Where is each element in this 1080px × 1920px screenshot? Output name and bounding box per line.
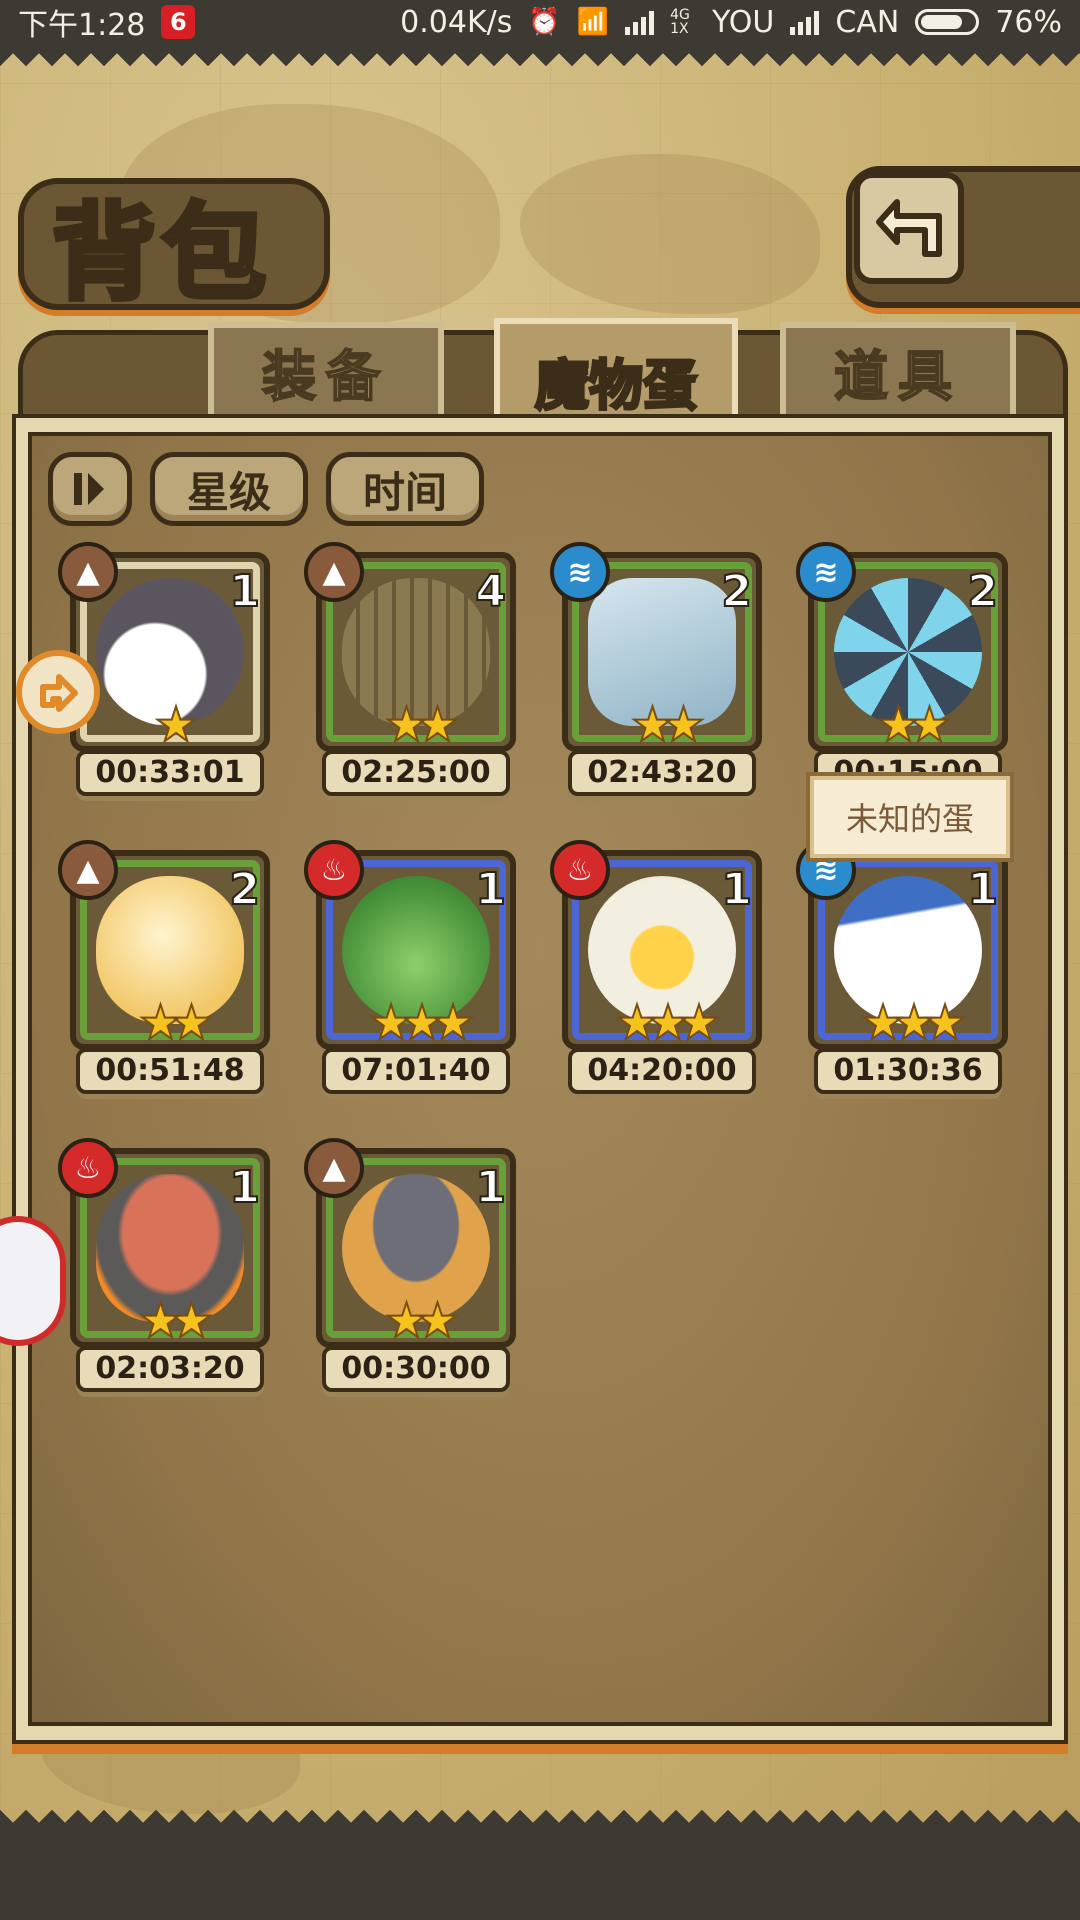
egg-count: 2	[720, 565, 753, 618]
page-title: 背包	[49, 189, 273, 317]
tab-equipment[interactable]: 装备	[208, 322, 444, 414]
floating-share-button[interactable]	[16, 650, 100, 734]
egg-card[interactable]: ♨ 1 ★★★ 07:01:40	[304, 840, 516, 1100]
egg-count: 1	[474, 1161, 507, 1214]
egg-card[interactable]: ≋ 2 ★★ 02:43:20	[550, 542, 762, 802]
egg-timer: 00:30:00	[322, 1346, 510, 1392]
fire-element-icon: ♨	[550, 840, 610, 900]
egg-count: 2	[966, 565, 999, 618]
egg-stars: ★★	[876, 697, 952, 753]
egg-count: 4	[474, 565, 507, 618]
egg-stars: ★★★	[860, 995, 967, 1051]
top-torn-edge	[0, 40, 1080, 66]
egg-timer: 00:33:01	[76, 750, 264, 796]
status-time: 下午1:28	[18, 8, 146, 43]
wifi-icon: 📶	[576, 7, 610, 37]
egg-stars: ★★	[384, 697, 460, 753]
egg-card[interactable]: ≋ 1 ★★★ 01:30:36	[796, 840, 1008, 1100]
alarm-icon: ⏰	[528, 7, 561, 37]
egg-count: 1	[228, 565, 261, 618]
sort-by-star-button[interactable]: 星级	[150, 452, 308, 526]
egg-card[interactable]: ♨ 1 ★★★ 04:20:00	[550, 840, 762, 1100]
egg-stars: ★★	[138, 1293, 214, 1349]
egg-stars: ★★	[384, 1293, 460, 1349]
egg-count: 1	[474, 863, 507, 916]
water-element-icon: ≋	[550, 542, 610, 602]
fire-element-icon: ♨	[58, 1138, 118, 1198]
earth-element-icon: ▲	[58, 840, 118, 900]
egg-card[interactable]: ▲ 2 ★★ 00:51:48	[58, 840, 270, 1100]
egg-tooltip: 未知的蛋	[806, 772, 1014, 862]
status-bar: 下午1:28 6 0.04K/s ⏰ 📶 4G 1X YOU CAN 76%	[0, 0, 1080, 44]
egg-stars: ★	[153, 697, 198, 753]
egg-count: 1	[228, 1161, 261, 1214]
floating-mascot-button[interactable]	[0, 1216, 66, 1346]
egg-count: 1	[966, 863, 999, 916]
tooltip-text: 未知的蛋	[845, 800, 974, 838]
egg-card[interactable]: ▲ 1 ★★ 00:30:00	[304, 1138, 516, 1398]
return-arrow-icon	[876, 199, 942, 257]
sort-by-star-label: 星级	[186, 467, 271, 517]
sort-toggle-icon	[74, 473, 104, 505]
sort-by-time-button[interactable]: 时间	[326, 452, 484, 526]
egg-timer: 07:01:40	[322, 1048, 510, 1094]
water-element-icon: ≋	[796, 542, 856, 602]
egg-timer: 00:51:48	[76, 1048, 264, 1094]
egg-stars: ★★	[630, 697, 706, 753]
egg-card[interactable]: ♨ 1 ★★ 02:03:20	[58, 1138, 270, 1398]
sort-toggle-button[interactable]	[48, 452, 132, 526]
egg-stars: ★★	[138, 995, 214, 1051]
egg-timer: 01:30:36	[814, 1048, 1002, 1094]
egg-card[interactable]: ▲ 1 ★ 00:33:01	[58, 542, 270, 802]
egg-card[interactable]: ≋ 2 ★★ 00:15:00	[796, 542, 1008, 802]
signal-2-icon	[790, 9, 820, 35]
battery-icon	[915, 9, 980, 35]
back-button[interactable]	[854, 172, 964, 284]
sort-by-time-label: 时间	[362, 467, 447, 517]
share-arrow-icon	[40, 674, 78, 712]
tab-label: 道具	[833, 344, 962, 409]
tab-label: 魔物蛋	[534, 352, 699, 418]
notification-app-icon: 6	[161, 5, 196, 39]
egg-card[interactable]: ▲ 4 ★★ 02:25:00	[304, 542, 516, 802]
carrier-2: CAN	[835, 4, 900, 40]
earth-element-icon: ▲	[304, 1138, 364, 1198]
egg-count: 2	[228, 863, 261, 916]
egg-timer: 04:20:00	[568, 1048, 756, 1094]
battery-percent: 76%	[995, 4, 1062, 40]
tab-items[interactable]: 道具	[780, 322, 1016, 414]
network-type: 4G 1X	[670, 7, 690, 37]
egg-stars: ★★★	[368, 995, 475, 1051]
carrier-1: YOU	[712, 4, 775, 40]
egg-count: 1	[720, 863, 753, 916]
egg-timer: 02:43:20	[568, 750, 756, 796]
egg-timer: 02:03:20	[76, 1346, 264, 1392]
earth-element-icon: ▲	[58, 542, 118, 602]
egg-stars: ★★★	[614, 995, 721, 1051]
egg-timer: 02:25:00	[322, 750, 510, 796]
tab-label: 装备	[261, 344, 390, 409]
earth-element-icon: ▲	[304, 542, 364, 602]
fire-element-icon: ♨	[304, 840, 364, 900]
bottom-torn-edge	[0, 1810, 1080, 1920]
net-speed: 0.04K/s	[400, 4, 513, 40]
signal-icon	[625, 9, 655, 35]
